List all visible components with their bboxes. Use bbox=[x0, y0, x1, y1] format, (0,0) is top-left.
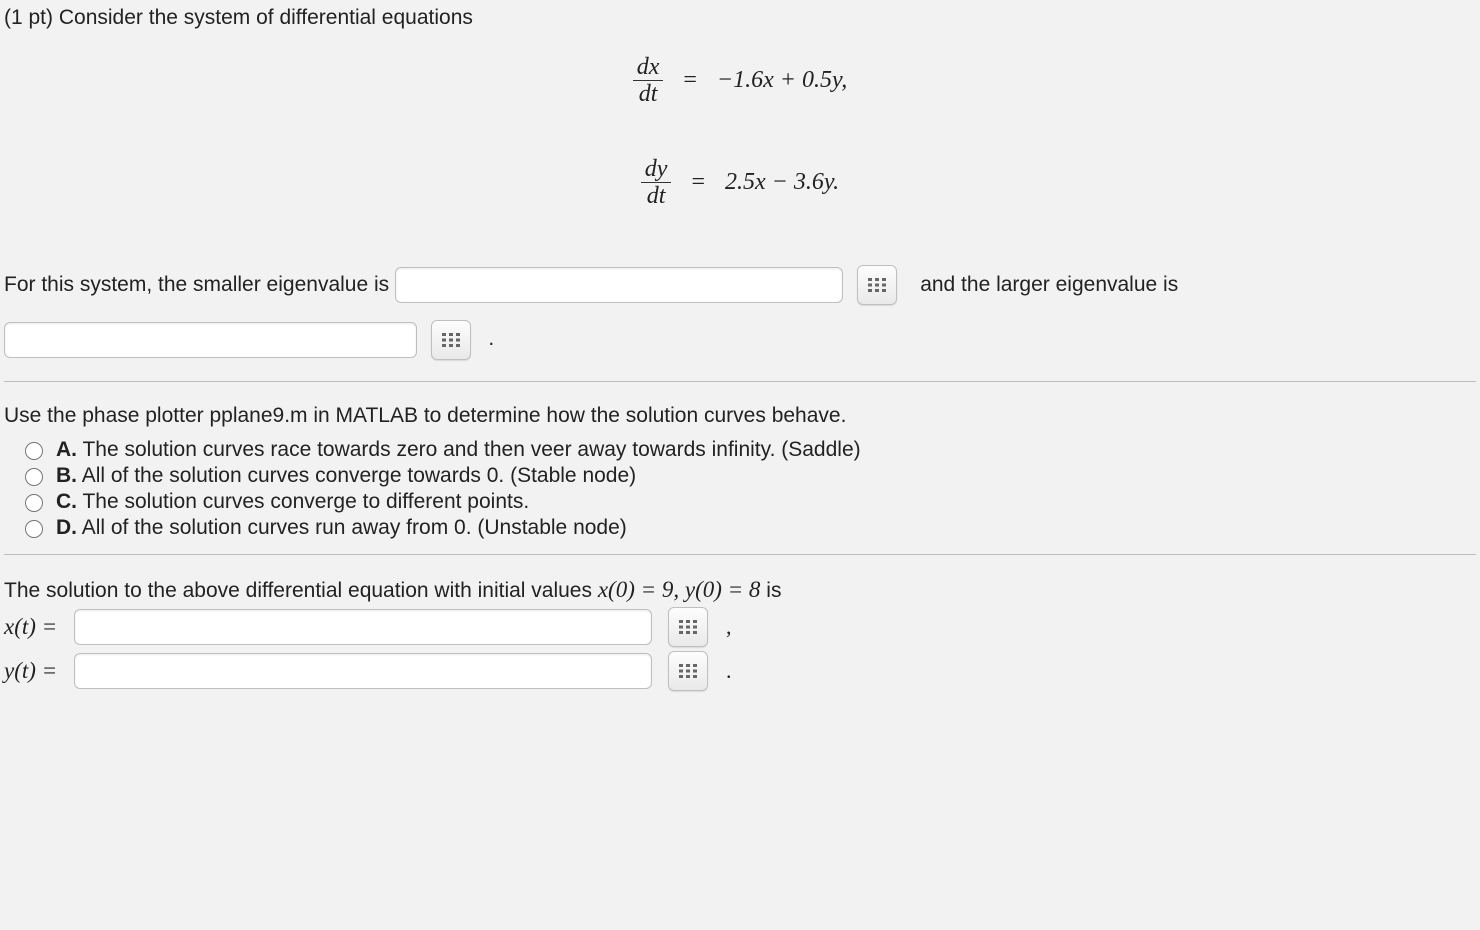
equation-1: dx dt = −1.6x + 0.5y, bbox=[623, 54, 858, 108]
option-a[interactable]: A. The solution curves race towards zero… bbox=[20, 438, 1476, 462]
solution-intro-after: is bbox=[760, 579, 781, 602]
eigen-period: . bbox=[488, 327, 494, 350]
y-of-t-box bbox=[74, 653, 652, 689]
solution-intro-before: The solution to the above differential e… bbox=[4, 579, 598, 602]
eigenvalue-question: For this system, the smaller eigenvalue … bbox=[4, 258, 1476, 367]
option-d-text: D. All of the solution curves run away f… bbox=[56, 516, 627, 540]
smaller-eigenvalue-box bbox=[395, 267, 843, 303]
option-a-text: A. The solution curves race towards zero… bbox=[56, 438, 861, 462]
option-b-label: All of the solution curves converge towa… bbox=[82, 464, 636, 487]
x-of-t-input[interactable] bbox=[75, 610, 651, 642]
divider bbox=[4, 554, 1476, 555]
problem-prompt: (1 pt) Consider the system of differenti… bbox=[4, 6, 1476, 30]
keypad-button[interactable] bbox=[431, 320, 471, 360]
option-c-text: C. The solution curves converge to diffe… bbox=[56, 490, 529, 514]
eq2-lhs-num: dy bbox=[641, 156, 672, 182]
y-period: . bbox=[726, 658, 732, 684]
equals-sign: = bbox=[681, 156, 715, 210]
eigen-between-text: and the larger eigenvalue is bbox=[920, 273, 1178, 296]
solution-intro: The solution to the above differential e… bbox=[4, 577, 1476, 603]
option-b-text: B. All of the solution curves converge t… bbox=[56, 464, 636, 488]
option-a-radio[interactable] bbox=[25, 442, 43, 460]
initial-conditions: x(0) = 9, y(0) = 8 bbox=[598, 577, 761, 602]
option-c[interactable]: C. The solution curves converge to diffe… bbox=[20, 490, 1476, 514]
points-label: (1 pt) bbox=[4, 6, 59, 29]
larger-eigenvalue-box bbox=[4, 322, 417, 358]
option-b-radio[interactable] bbox=[25, 468, 43, 486]
eq2-rhs: 2.5x − 3.6y. bbox=[715, 156, 849, 210]
eq1-lhs-fraction: dx dt bbox=[633, 54, 664, 108]
eq2-lhs-fraction: dy dt bbox=[641, 156, 672, 210]
eq2-lhs-den: dt bbox=[641, 182, 672, 209]
option-a-label: The solution curves race towards zero an… bbox=[82, 438, 860, 461]
divider bbox=[4, 381, 1476, 382]
option-c-radio[interactable] bbox=[25, 494, 43, 512]
x-of-t-box bbox=[74, 609, 652, 645]
equation-2: dy dt = 2.5x − 3.6y. bbox=[631, 156, 849, 210]
eq1-rhs: −1.6x + 0.5y, bbox=[707, 54, 857, 108]
eigen-before-text: For this system, the smaller eigenvalue … bbox=[4, 273, 389, 296]
keypad-icon bbox=[868, 278, 886, 292]
keypad-button[interactable] bbox=[668, 607, 708, 647]
keypad-icon bbox=[442, 333, 460, 347]
keypad-icon bbox=[679, 664, 697, 678]
option-d-radio[interactable] bbox=[25, 520, 43, 538]
phase-plot-prompt: Use the phase plotter pplane9.m in MATLA… bbox=[4, 404, 1476, 428]
option-c-label: The solution curves converge to differen… bbox=[82, 490, 529, 513]
y-of-t-input[interactable] bbox=[75, 654, 651, 686]
option-d[interactable]: D. All of the solution curves run away f… bbox=[20, 516, 1476, 540]
smaller-eigenvalue-input[interactable] bbox=[396, 280, 842, 312]
option-b[interactable]: B. All of the solution curves converge t… bbox=[20, 464, 1476, 488]
keypad-button[interactable] bbox=[857, 265, 897, 305]
eq1-lhs-num: dx bbox=[633, 54, 664, 80]
options-group: A. The solution curves race towards zero… bbox=[20, 438, 1476, 540]
eq1-lhs-den: dt bbox=[633, 80, 664, 107]
equals-sign: = bbox=[673, 54, 707, 108]
prompt-intro: Consider the system of differential equa… bbox=[59, 6, 473, 29]
x-comma: , bbox=[726, 614, 732, 640]
keypad-icon bbox=[679, 620, 697, 634]
x-of-t-label: x(t) = bbox=[4, 614, 66, 640]
option-d-label: All of the solution curves run away from… bbox=[82, 516, 627, 539]
keypad-button[interactable] bbox=[668, 651, 708, 691]
y-of-t-label: y(t) = bbox=[4, 658, 66, 684]
larger-eigenvalue-input[interactable] bbox=[5, 334, 416, 366]
equations-block: dx dt = −1.6x + 0.5y, dy dt = 2.5x − 3.6… bbox=[4, 54, 1476, 218]
